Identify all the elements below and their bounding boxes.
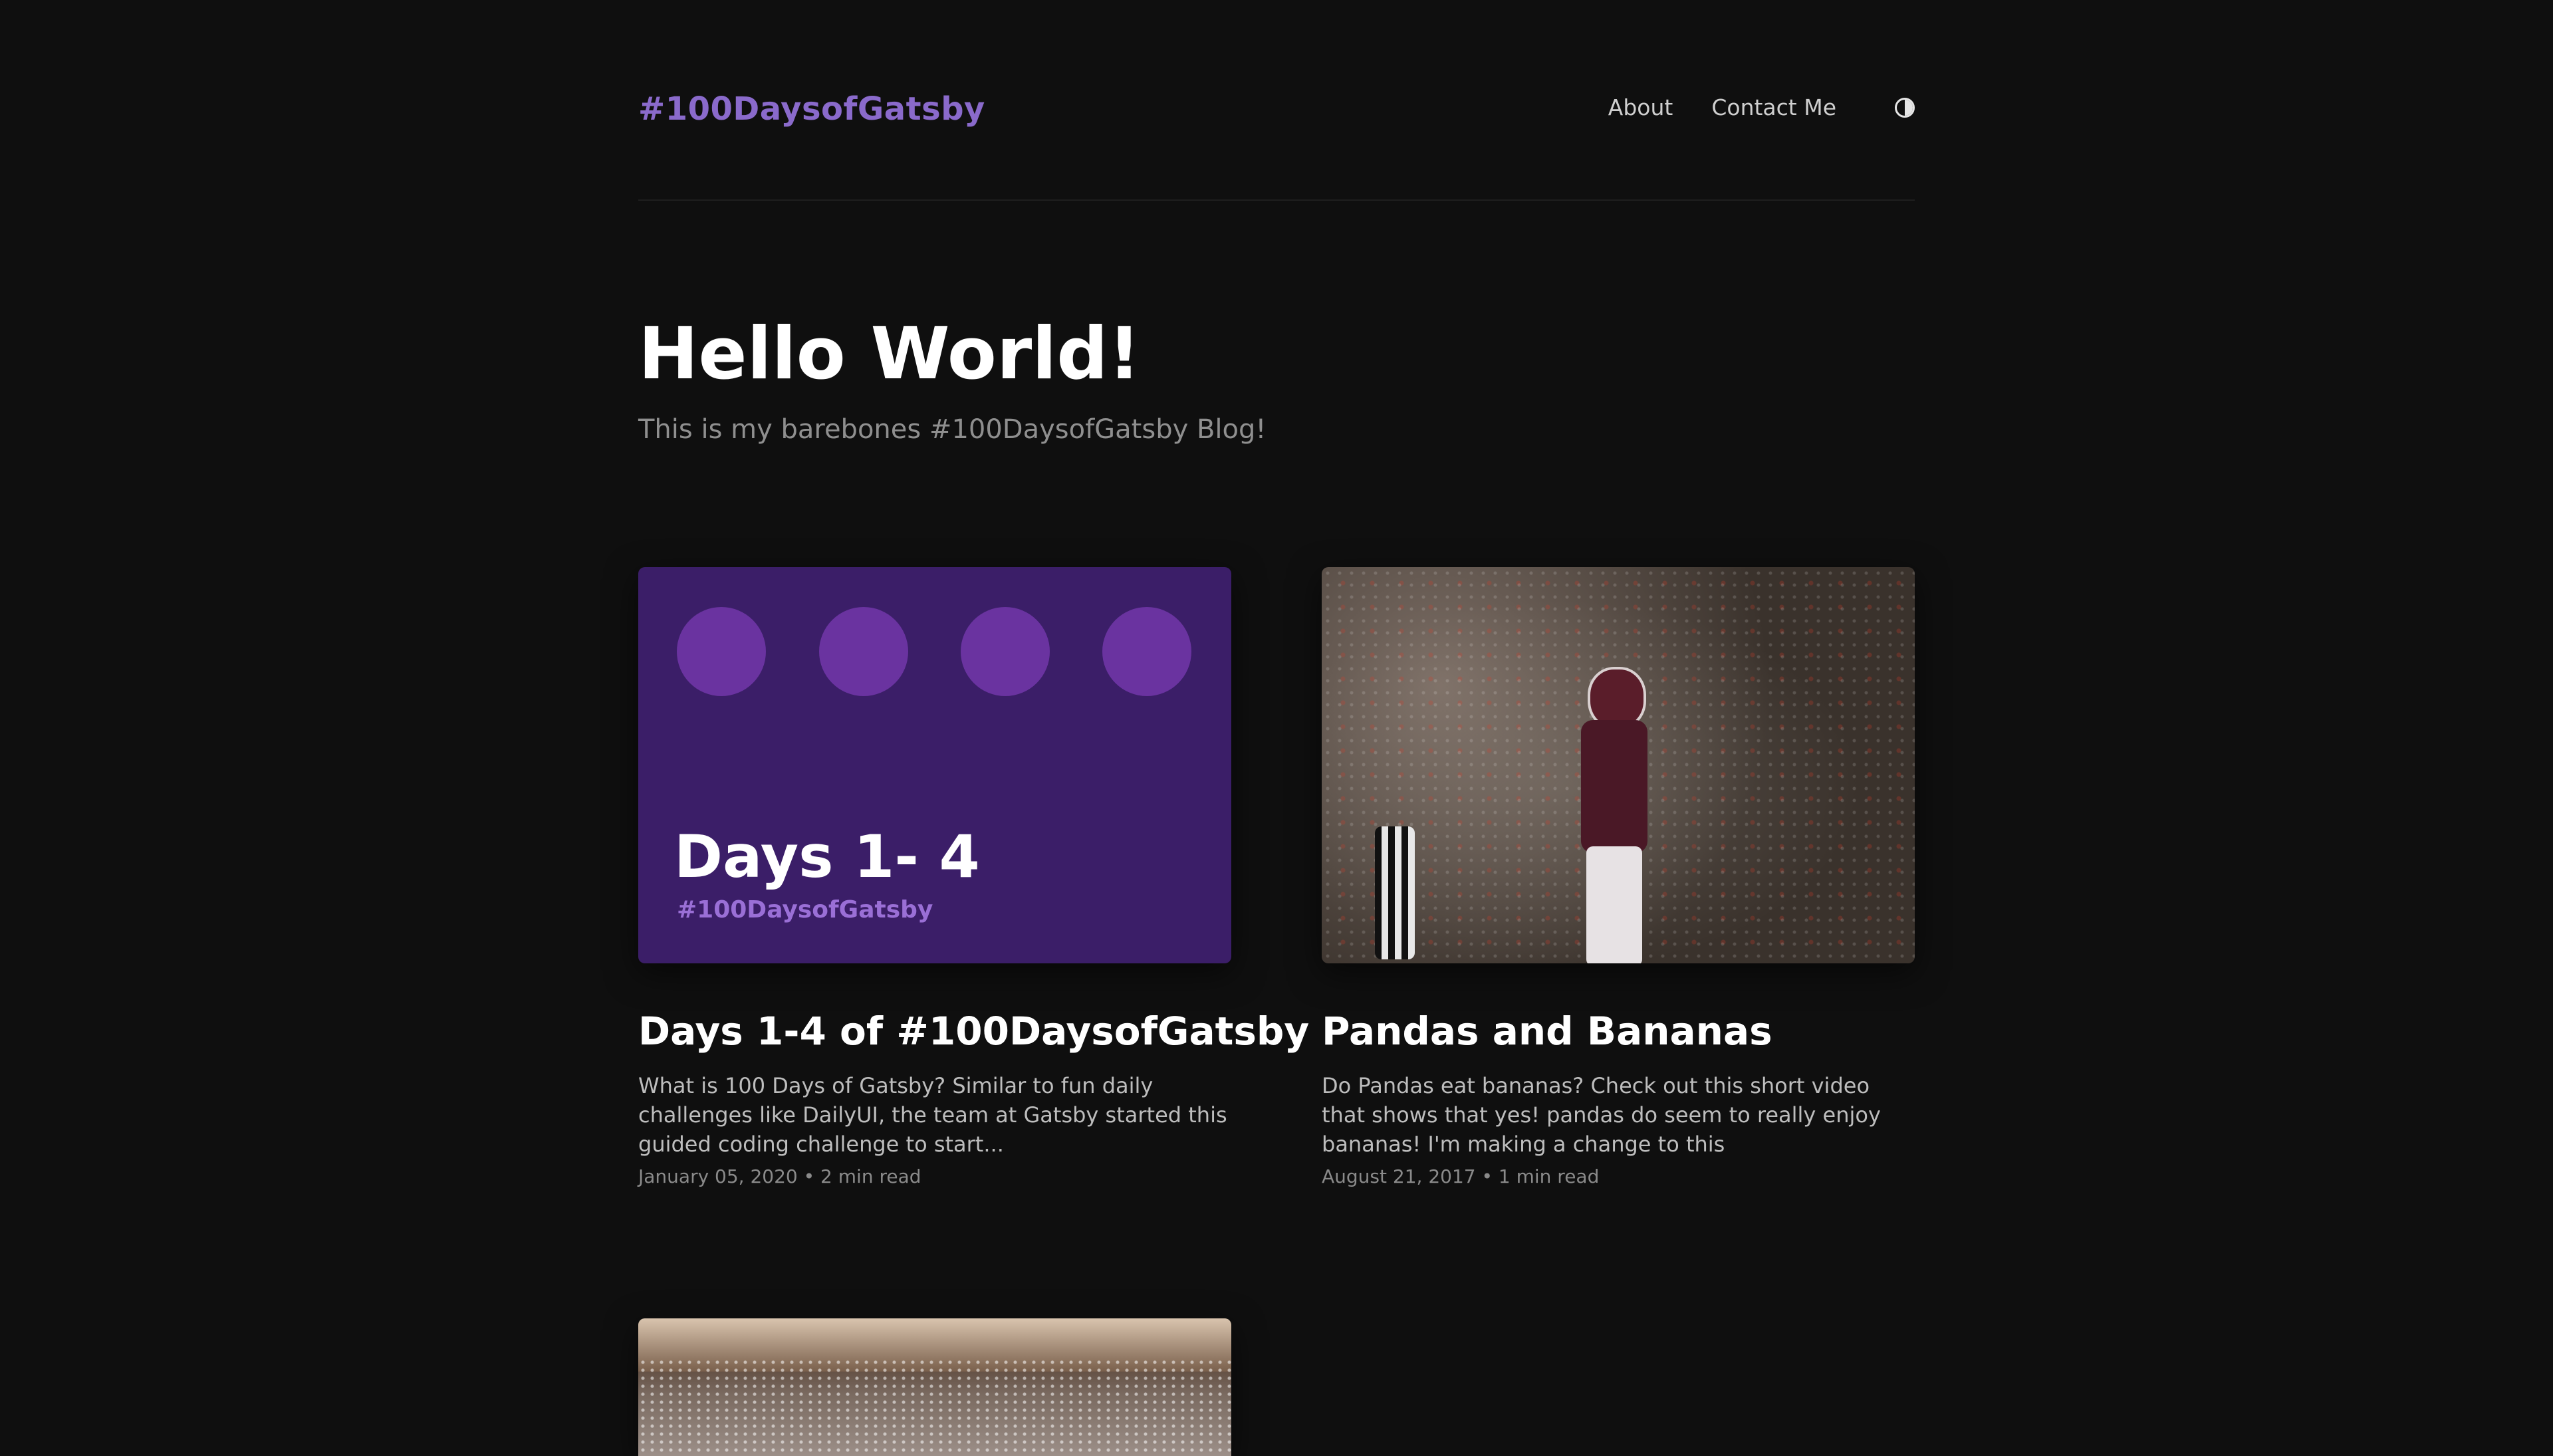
page-container: #100DaysofGatsby About Contact Me Hello … <box>638 0 1915 1456</box>
page-title: Hello World! <box>638 312 1141 396</box>
football-player-photo[interactable] <box>1322 567 1915 963</box>
theme-toggle-icon[interactable] <box>1895 97 1915 118</box>
player-figure <box>1568 667 1654 963</box>
decor-dot <box>1102 607 1191 696</box>
post-card[interactable] <box>638 1318 1231 1456</box>
nav-contact-link[interactable]: Contact Me <box>1711 94 1836 120</box>
jersey-shape <box>1581 720 1647 853</box>
post-excerpt: What is 100 Days of Gatsby? Similar to f… <box>638 1073 1227 1157</box>
post-thumbnail[interactable]: Days 1- 4 #100DaysofGatsby <box>638 567 1231 963</box>
thumbnail-tag: #100DaysofGatsby <box>677 896 933 923</box>
decor-dot <box>961 607 1050 696</box>
post-title-link[interactable]: Pandas and Bananas <box>1322 1009 1772 1054</box>
thumbnail-title: Days 1- 4 <box>674 822 980 891</box>
post-excerpt: Do Pandas eat bananas? Check out this sh… <box>1322 1073 1881 1157</box>
top-nav: About Contact Me <box>1570 94 1915 120</box>
header-divider <box>638 199 1915 201</box>
decor-dot <box>819 607 908 696</box>
post-card[interactable]: Pandas and Bananas Do Pandas eat bananas… <box>1322 567 1915 1187</box>
post-meta: January 05, 2020 • 2 min read <box>638 1165 921 1187</box>
post-title-link[interactable]: Days 1-4 of #100DaysofGatsby <box>638 1009 1309 1054</box>
post-meta: August 21, 2017 • 1 min read <box>1322 1165 1600 1187</box>
pants-shape <box>1586 846 1642 963</box>
decor-dot <box>677 607 766 696</box>
page-subtitle: This is my barebones #100DaysofGatsby Bl… <box>638 414 1267 445</box>
stadium-crowd-photo[interactable] <box>638 1318 1231 1456</box>
stadium-crowd <box>638 1358 1231 1456</box>
site-brand-link[interactable]: #100DaysofGatsby <box>638 90 985 128</box>
nav-about-link[interactable]: About <box>1608 94 1673 120</box>
referee-figure <box>1375 826 1415 959</box>
post-card[interactable]: Days 1- 4 #100DaysofGatsby Days 1-4 of #… <box>638 567 1309 1187</box>
